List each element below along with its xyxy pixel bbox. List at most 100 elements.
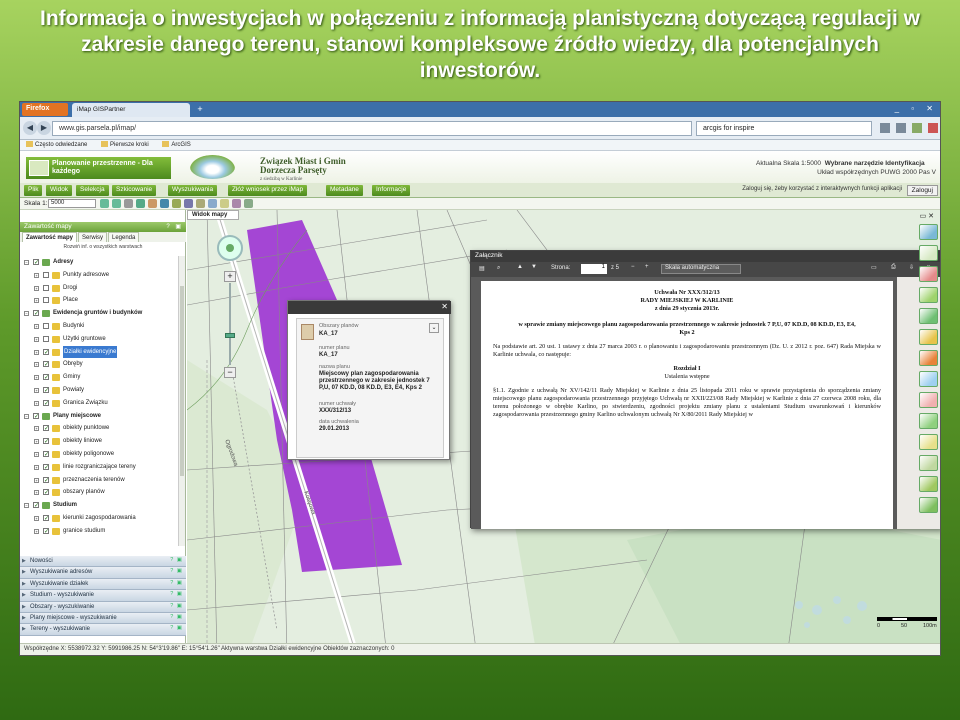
panel-controls-icon[interactable]: ? ▣ bbox=[170, 580, 183, 586]
layer-checkbox[interactable] bbox=[43, 385, 49, 398]
expand-icon[interactable]: + bbox=[34, 515, 39, 521]
layer-item[interactable]: + Obręby bbox=[20, 358, 178, 372]
layer-checkbox[interactable] bbox=[43, 271, 49, 278]
layer-item[interactable]: + przeznaczenia terenów bbox=[20, 474, 178, 487]
bookmark-tool-icon[interactable] bbox=[184, 199, 193, 208]
layer-item[interactable]: + Gminy bbox=[20, 371, 178, 385]
panel-controls-icon[interactable]: ? ▣ bbox=[170, 603, 183, 609]
search-icon[interactable]: ⌕ bbox=[497, 265, 500, 272]
layer-item[interactable]: + obszary planów bbox=[20, 486, 178, 500]
layer-checkbox[interactable] bbox=[43, 398, 49, 411]
menu-submit-request[interactable]: Złóż wniosek przez iMap bbox=[228, 185, 308, 196]
boundary-icon[interactable] bbox=[919, 392, 938, 408]
panel-controls-icon[interactable]: ? ▣ bbox=[170, 614, 183, 620]
layer-item[interactable]: − Studium bbox=[20, 499, 178, 513]
link-tool-icon[interactable] bbox=[232, 199, 241, 208]
plan-icon[interactable] bbox=[919, 287, 938, 303]
chevron-down-icon[interactable]: ⌄ bbox=[429, 323, 439, 333]
layer-checkbox[interactable] bbox=[33, 257, 39, 270]
identify-tool-icon[interactable] bbox=[148, 199, 157, 208]
extent-icon[interactable] bbox=[919, 497, 938, 513]
expand-icon[interactable]: + bbox=[34, 426, 39, 432]
select-tool-icon[interactable] bbox=[196, 199, 205, 208]
zoom-select[interactable]: Skala automatyczna bbox=[661, 264, 741, 274]
download-icon[interactable] bbox=[896, 123, 906, 133]
layer-checkbox[interactable] bbox=[33, 411, 39, 423]
map-window-controls-icon[interactable]: ▭ ✕ bbox=[920, 212, 934, 220]
forward-icon[interactable]: ▶ bbox=[37, 121, 51, 135]
measure-tool-icon[interactable] bbox=[160, 199, 169, 208]
layer-item[interactable]: + obiekty punktowe bbox=[20, 422, 178, 436]
layer-checkbox[interactable] bbox=[43, 436, 49, 449]
page-number-input[interactable]: 1 bbox=[581, 264, 607, 274]
nature-icon[interactable] bbox=[919, 413, 938, 429]
layer-checkbox[interactable] bbox=[43, 487, 49, 500]
menu-search[interactable]: Wyszukiwania bbox=[168, 185, 218, 196]
menu-metadata[interactable]: Metadane bbox=[326, 185, 363, 196]
menu-selection[interactable]: Selekcja bbox=[76, 185, 109, 196]
presentation-icon[interactable]: ▭ bbox=[871, 264, 877, 271]
back-icon[interactable]: ◀ bbox=[23, 121, 37, 135]
field-value[interactable]: Miejscowy plan zagospodarowania przestrz… bbox=[319, 371, 439, 392]
expand-icon[interactable]: + bbox=[34, 490, 39, 496]
bookmark-item[interactable]: ArcGIS bbox=[162, 141, 191, 148]
expand-all-link[interactable]: Rozwiń inf. o wszystkich warstwach bbox=[20, 244, 186, 250]
layer-checkbox[interactable] bbox=[43, 526, 49, 539]
pan-tool-icon[interactable] bbox=[124, 199, 133, 208]
menu-file[interactable]: Plik bbox=[24, 185, 43, 196]
map-view-tab[interactable]: Widok mapy bbox=[187, 210, 239, 220]
layer-checkbox[interactable] bbox=[43, 513, 49, 526]
layer-item[interactable]: + obiekty liniowe bbox=[20, 435, 178, 449]
scrollbar-thumb[interactable] bbox=[180, 286, 184, 476]
layer-item[interactable]: + Punkty adresowe bbox=[20, 269, 178, 282]
zoom-out-icon[interactable]: − bbox=[224, 367, 236, 378]
layer-checkbox[interactable] bbox=[43, 462, 49, 475]
layer-item[interactable]: + obiekty poligonowe bbox=[20, 448, 178, 462]
tool-panel-header[interactable]: ▶ Nowości ? ▣ bbox=[20, 556, 186, 568]
layer-checkbox[interactable] bbox=[43, 322, 49, 329]
draw-tool-icon[interactable] bbox=[208, 199, 217, 208]
zoom-out-icon[interactable]: − bbox=[631, 264, 635, 270]
layer-item[interactable]: − Adresy bbox=[20, 256, 178, 270]
clear-tool-icon[interactable] bbox=[244, 199, 253, 208]
collapse-icon[interactable]: − bbox=[24, 260, 29, 265]
sidebar-scrollbar[interactable] bbox=[178, 256, 185, 546]
bookmark-item[interactable]: Pierwsze kroki bbox=[101, 141, 149, 148]
expand-icon[interactable]: + bbox=[34, 375, 39, 381]
collapse-icon[interactable]: − bbox=[24, 503, 29, 509]
study-icon[interactable] bbox=[919, 308, 938, 324]
pdf-viewer[interactable]: Uchwała Nr XXX/312/13 RADY MIEJSKIEJ W K… bbox=[471, 277, 940, 529]
tool-panel-header[interactable]: ▶ Obszary - wyszukiwanie ? ▣ bbox=[20, 601, 186, 613]
next-page-icon[interactable]: ▼ bbox=[531, 264, 537, 270]
new-tab-icon[interactable]: + bbox=[194, 104, 206, 115]
address-bar[interactable]: www.gis.parsela.pl/imap/ bbox=[52, 121, 692, 136]
layer-item[interactable]: + kierunki zagospodarowania bbox=[20, 512, 178, 526]
expand-icon[interactable]: + bbox=[34, 451, 39, 457]
layer-item[interactable]: + granice studium bbox=[20, 525, 178, 539]
layer-item[interactable]: + Powiaty bbox=[20, 384, 178, 398]
search-bar[interactable]: arcgis for inspire bbox=[696, 121, 872, 136]
expand-icon[interactable]: + bbox=[34, 477, 39, 483]
layer-item[interactable]: + Drogi bbox=[20, 282, 178, 295]
poi-icon[interactable] bbox=[919, 434, 938, 450]
window-controls[interactable]: _ ▫ ✕ bbox=[895, 104, 938, 113]
layer-checkbox[interactable] bbox=[43, 359, 49, 372]
expand-icon[interactable]: + bbox=[34, 387, 39, 393]
layer-item[interactable]: + linie rozgraniczające tereny bbox=[20, 461, 178, 475]
fire-icon[interactable] bbox=[919, 350, 938, 366]
expand-icon[interactable]: + bbox=[34, 349, 39, 355]
layer-checkbox[interactable] bbox=[33, 500, 39, 513]
zoom-out-tool-icon[interactable] bbox=[112, 199, 121, 208]
zoom-slider-handle[interactable] bbox=[225, 333, 235, 338]
layer-checkbox[interactable] bbox=[43, 297, 49, 304]
expand-icon[interactable]: + bbox=[34, 400, 39, 406]
planning-module-button[interactable]: Planowanie przestrzenne - Dla każdego bbox=[26, 157, 171, 179]
tool-panel-header[interactable]: ▶ Studium - wyszukiwanie ? ▣ bbox=[20, 590, 186, 602]
full-extent-icon[interactable] bbox=[136, 199, 145, 208]
download-icon[interactable]: ⇩ bbox=[909, 264, 914, 271]
pan-center-icon[interactable] bbox=[226, 244, 234, 252]
expand-icon[interactable]: + bbox=[34, 528, 39, 534]
annotation-icon[interactable] bbox=[919, 266, 938, 282]
tool-panel-header[interactable]: ▶ Wyszukiwanie działek ? ▣ bbox=[20, 578, 186, 591]
prev-page-icon[interactable]: ▲ bbox=[517, 264, 523, 270]
